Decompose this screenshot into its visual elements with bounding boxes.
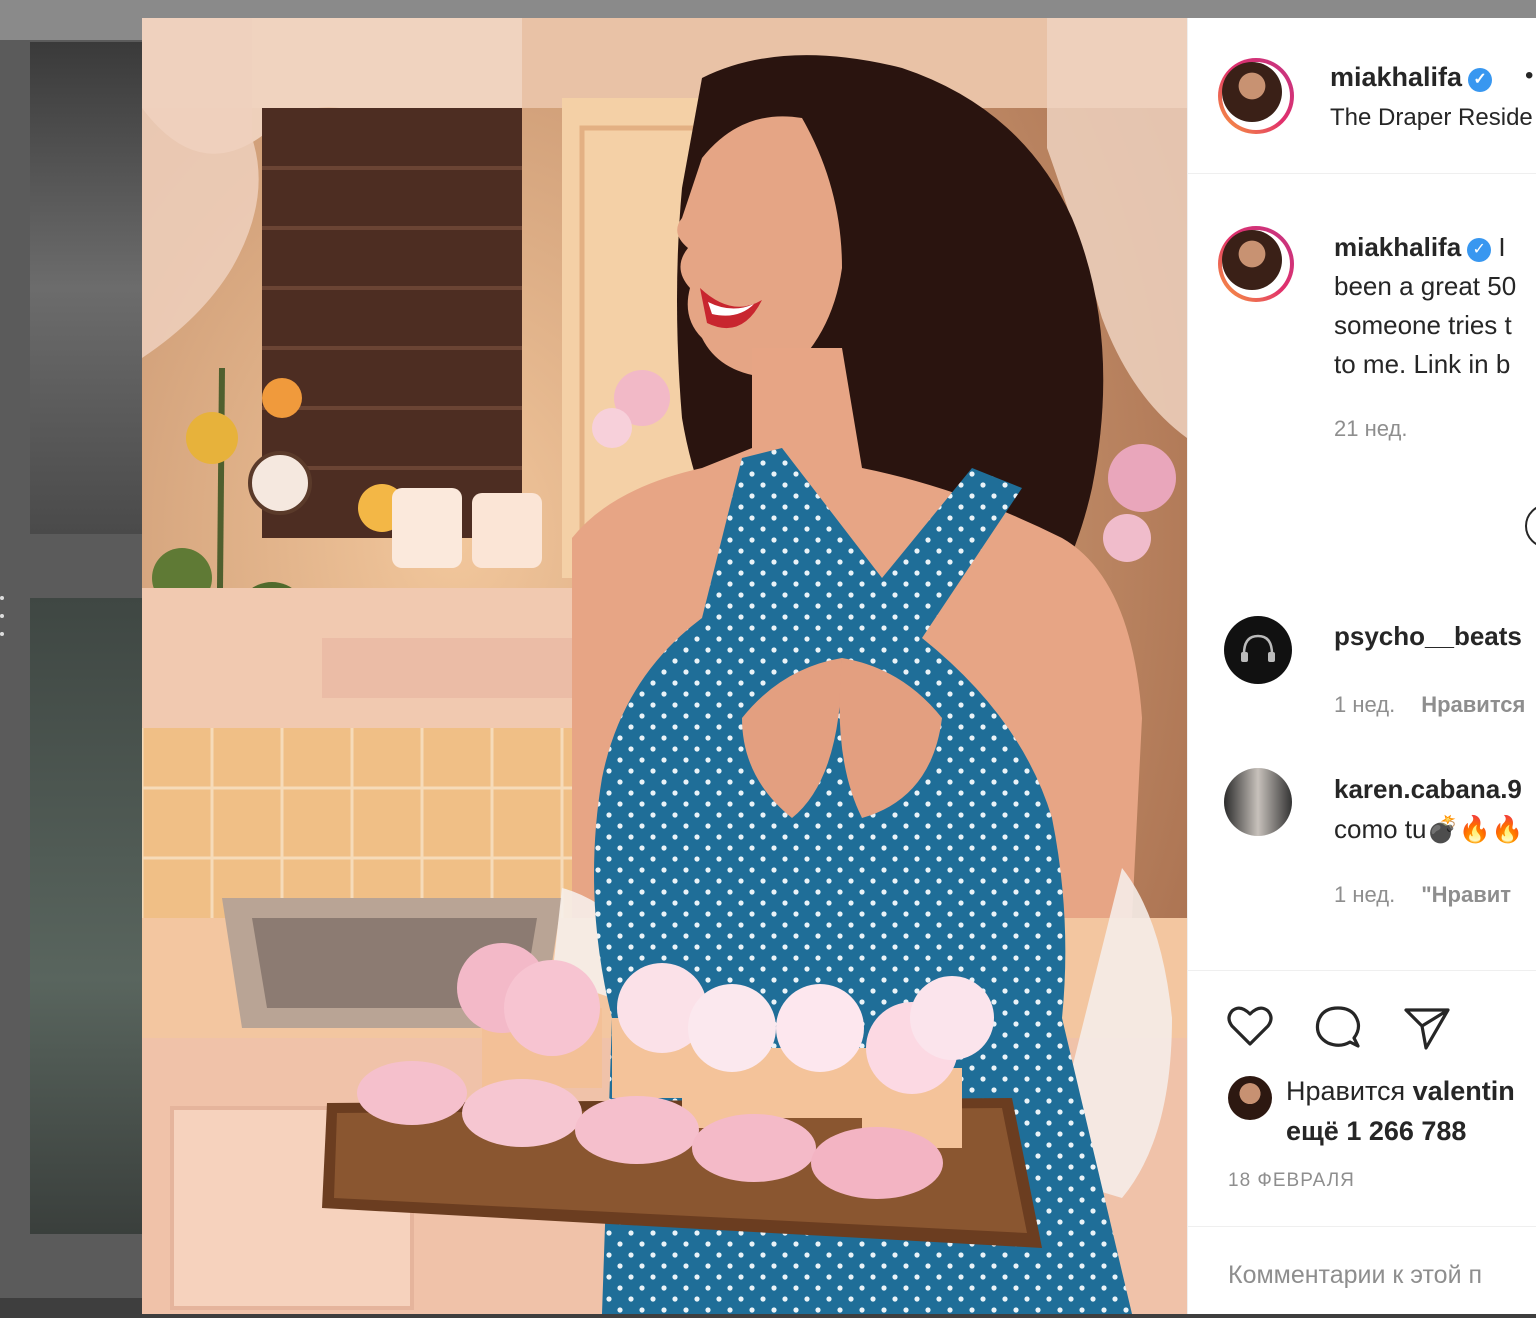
post-header: miakhalifa ✓ • The Draper Reside [1188, 18, 1536, 174]
comment-meta: 1 нед. Нравится [1334, 692, 1525, 718]
comment-bubble-icon[interactable] [1310, 998, 1366, 1054]
caption-line: to me. Link in b [1334, 349, 1511, 379]
post-caption: miakhalifa ✓ I been a great 50 someone tr… [1334, 228, 1536, 384]
comment-like-link[interactable]: Нравится [1421, 692, 1525, 717]
comment-time[interactable]: 1 нед. [1334, 692, 1395, 717]
comment-avatar[interactable] [1224, 768, 1292, 836]
author-username-row[interactable]: miakhalifa ✓ [1330, 62, 1493, 93]
caption-timestamp[interactable]: 21 нед. [1334, 416, 1407, 442]
comment-time[interactable]: 1 нед. [1334, 882, 1395, 907]
post-photo-illustration [142, 18, 1187, 1314]
author-username[interactable]: miakhalifa [1330, 62, 1462, 92]
post-date[interactable]: 18 ФЕВРАЛЯ [1228, 1170, 1355, 1192]
background-thumbnail [30, 42, 142, 534]
more-options-icon[interactable] [0, 596, 6, 646]
comment-username[interactable]: karen.cabana.9 [1334, 774, 1522, 805]
post-sidebar: miakhalifa ✓ • The Draper Reside miakhali… [1187, 18, 1536, 1314]
paper-plane-icon[interactable] [1398, 998, 1454, 1054]
caption-line: I [1498, 232, 1506, 262]
caption-username[interactable]: miakhalifa [1334, 232, 1461, 262]
liker-avatar[interactable] [1228, 1076, 1272, 1120]
verified-badge-icon: ✓ [1467, 238, 1492, 262]
comment-meta: 1 нед. "Нравит [1334, 882, 1511, 908]
comment-username[interactable]: psycho__beats [1334, 621, 1522, 652]
comment-like-link[interactable]: "Нравит [1421, 882, 1511, 907]
post-photo[interactable] [142, 18, 1187, 1314]
comment-avatar[interactable] [1224, 616, 1292, 684]
headphones-logo-icon [1241, 634, 1275, 662]
header-separator: • [1525, 62, 1534, 89]
post-modal: miakhalifa ✓ • The Draper Reside miakhali… [142, 18, 1536, 1314]
actions-divider [1188, 970, 1536, 971]
verified-badge-icon: ✓ [1468, 68, 1493, 92]
location-link[interactable]: The Draper Reside [1330, 104, 1533, 132]
load-more-comments-icon[interactable] [1525, 504, 1536, 548]
liker-username[interactable]: valentin [1413, 1076, 1515, 1106]
likes-summary: Нравится valentin ещё 1 266 788 [1286, 1071, 1515, 1151]
background-thumbnail [30, 598, 142, 1234]
likes-more-link[interactable]: ещё 1 266 788 [1286, 1116, 1466, 1146]
caption-line: been a great 50 [1334, 271, 1517, 301]
comment-text: como tu💣🔥🔥 [1334, 814, 1524, 844]
comment-input[interactable]: Комментарии к этой п [1228, 1261, 1536, 1290]
likes-prefix: Нравится [1286, 1076, 1406, 1106]
caption-author-avatar[interactable] [1218, 226, 1294, 302]
caption-line: someone tries t [1334, 310, 1512, 340]
author-avatar[interactable] [1218, 58, 1294, 134]
heart-icon[interactable] [1222, 998, 1278, 1054]
add-comment-bar: Комментарии к этой п [1188, 1226, 1536, 1314]
